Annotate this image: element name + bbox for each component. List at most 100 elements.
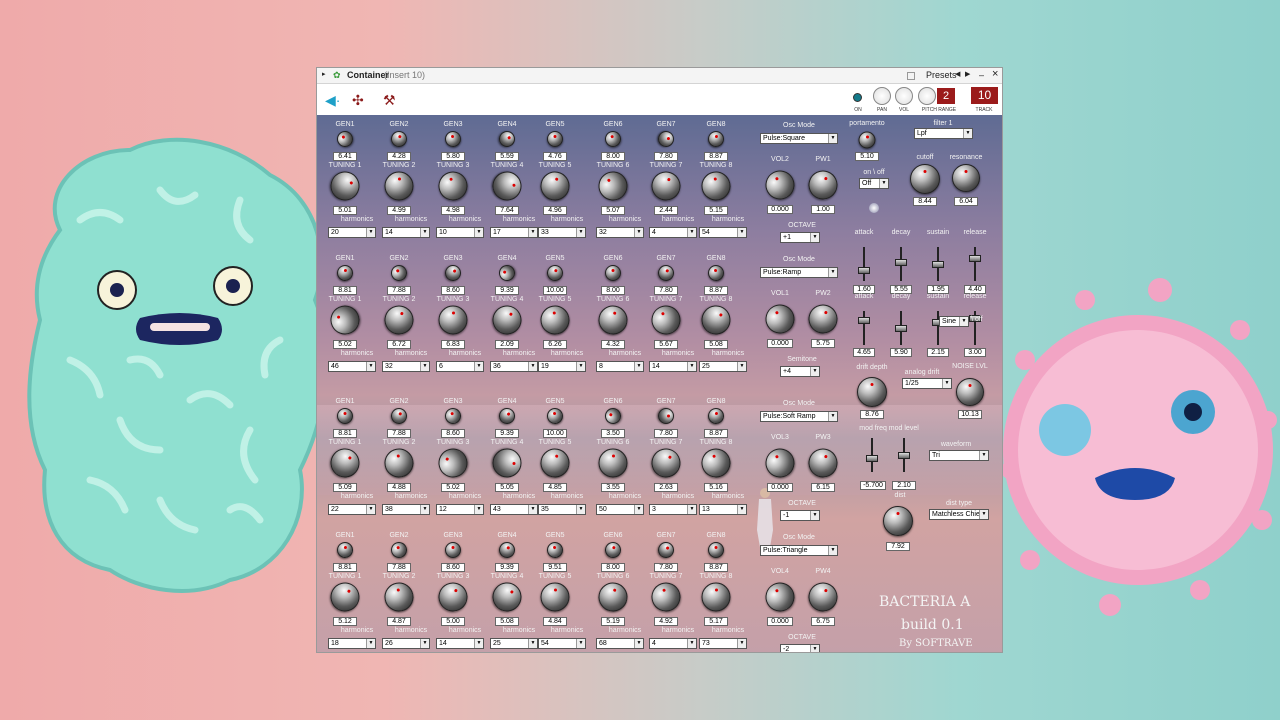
pitch-knob[interactable]	[918, 87, 936, 105]
preset-prev-icon[interactable]: ◀	[955, 70, 960, 78]
tuning-knob[interactable]	[434, 167, 472, 205]
tuning-knob[interactable]	[384, 171, 414, 201]
gen-knob[interactable]	[388, 262, 410, 284]
onoff2-select[interactable]: Sine ▼	[939, 316, 969, 327]
envelope-1-slider[interactable]	[932, 247, 944, 281]
harmonics-select[interactable]: 54 ▼	[699, 227, 747, 238]
tuning-knob[interactable]	[647, 167, 685, 205]
gen-knob[interactable]	[654, 538, 678, 562]
harmonics-select[interactable]: 32 ▼	[382, 361, 430, 372]
harmonics-select[interactable]: 12 ▼	[436, 504, 484, 515]
osc-vol-knob[interactable]	[760, 299, 800, 339]
gen-knob[interactable]	[602, 539, 624, 561]
slider-handle[interactable]	[895, 325, 907, 332]
harmonics-select[interactable]: 22 ▼	[328, 504, 376, 515]
window-layout-icon[interactable]	[907, 72, 915, 80]
gen-knob[interactable]	[388, 128, 410, 150]
osc-pw-knob[interactable]	[804, 300, 842, 338]
gen-knob[interactable]	[443, 129, 463, 149]
tuning-knob[interactable]	[490, 169, 524, 203]
tuning-knob[interactable]	[647, 578, 685, 616]
tuning-knob[interactable]	[492, 448, 522, 478]
harmonics-select[interactable]: 68 ▼	[596, 638, 644, 649]
tuning-knob[interactable]	[325, 166, 365, 206]
tuning-knob[interactable]	[598, 448, 628, 478]
tuning-knob[interactable]	[699, 169, 733, 203]
tuning-knob[interactable]	[596, 303, 630, 337]
osc-pitch-select[interactable]: -1 ▼	[780, 510, 820, 521]
harmonics-select[interactable]: 38 ▼	[382, 504, 430, 515]
tuning-knob[interactable]	[326, 301, 364, 339]
tuning-knob[interactable]	[382, 580, 416, 614]
tuning-knob[interactable]	[486, 576, 528, 618]
collapse-arrow-icon[interactable]: ▸	[322, 70, 326, 78]
harmonics-select[interactable]: 4 ▼	[649, 227, 697, 238]
osc-pitch-select[interactable]: +4 ▼	[780, 366, 820, 377]
harmonics-select[interactable]: 6 ▼	[436, 361, 484, 372]
tuning-knob[interactable]	[592, 165, 634, 207]
pan-knob[interactable]	[873, 87, 891, 105]
envelope-1-slider[interactable]	[969, 247, 981, 281]
harmonics-select[interactable]: 3 ▼	[649, 504, 697, 515]
portamento-knob[interactable]	[858, 131, 876, 149]
envelope-2-slider[interactable]	[895, 311, 907, 345]
osc-vol-knob[interactable]	[760, 577, 800, 617]
envelope-1-slider[interactable]	[858, 247, 870, 281]
tuning-knob[interactable]	[701, 582, 731, 612]
power-led-icon[interactable]	[853, 93, 862, 102]
mod-level-slider[interactable]	[898, 438, 910, 472]
harmonics-select[interactable]: 8 ▼	[596, 361, 644, 372]
osc-pitch-select[interactable]: +1 ▼	[780, 232, 820, 243]
noise-level-knob[interactable]	[956, 378, 984, 406]
slider-handle[interactable]	[969, 255, 981, 262]
harmonics-select[interactable]: 35 ▼	[538, 504, 586, 515]
envelope-1-slider[interactable]	[895, 247, 907, 281]
tuning-knob[interactable]	[538, 169, 572, 203]
gen-knob[interactable]	[547, 131, 563, 147]
gen-knob[interactable]	[602, 128, 624, 150]
presets-button[interactable]: Presets	[926, 70, 957, 80]
harmonics-select[interactable]: 50 ▼	[596, 504, 644, 515]
tuning-knob[interactable]	[538, 303, 572, 337]
gen-knob[interactable]	[655, 262, 677, 284]
tuning-knob[interactable]	[487, 300, 527, 340]
close-button[interactable]: ×	[992, 68, 998, 80]
tuning-knob[interactable]	[325, 577, 365, 617]
harmonics-select[interactable]: 33 ▼	[538, 227, 586, 238]
gen-knob[interactable]	[658, 408, 674, 424]
osc-mode-select[interactable]: Pulse:Soft Ramp ▼	[760, 411, 838, 422]
gen-knob[interactable]	[544, 262, 566, 284]
waveform-select[interactable]: Tri ▼	[929, 450, 989, 461]
gen-knob[interactable]	[496, 128, 518, 150]
tuning-knob[interactable]	[646, 300, 686, 340]
filter-select[interactable]: Lpf ▼	[914, 128, 973, 139]
analog-drift-select[interactable]: 1/25 ▼	[902, 378, 952, 389]
wrench-icon[interactable]: ⚒	[383, 92, 396, 109]
osc-mode-select[interactable]: Pulse:Square ▼	[760, 133, 838, 144]
pitch-range-value[interactable]: 2	[937, 88, 955, 104]
harmonics-select[interactable]: 73 ▼	[699, 638, 747, 649]
gen-knob[interactable]	[545, 540, 565, 560]
harmonics-select[interactable]: 25 ▼	[699, 361, 747, 372]
harmonics-select[interactable]: 14 ▼	[436, 638, 484, 649]
gen-knob[interactable]	[706, 263, 726, 283]
tool-arrow-icon[interactable]: ◀·	[325, 92, 340, 109]
gen-knob[interactable]	[335, 540, 355, 560]
slider-handle[interactable]	[932, 261, 944, 268]
tuning-knob[interactable]	[438, 305, 468, 335]
gen-knob[interactable]	[708, 542, 724, 558]
envelope-2-slider[interactable]	[858, 311, 870, 345]
harmonics-select[interactable]: 36 ▼	[490, 361, 538, 372]
gen-knob[interactable]	[605, 265, 621, 281]
drift-depth-knob[interactable]	[857, 377, 887, 407]
harmonics-select[interactable]: 26 ▼	[382, 638, 430, 649]
harmonics-select[interactable]: 54 ▼	[538, 638, 586, 649]
gen-knob[interactable]	[335, 263, 355, 283]
preset-next-icon[interactable]: ▶	[965, 70, 970, 78]
gen-knob[interactable]	[445, 542, 461, 558]
osc-pw-knob[interactable]	[804, 578, 842, 616]
resonance-knob[interactable]	[952, 164, 980, 192]
harmonics-select[interactable]: 17 ▼	[490, 227, 538, 238]
harmonics-select[interactable]: 19 ▼	[538, 361, 586, 372]
gen-knob[interactable]	[496, 539, 518, 561]
